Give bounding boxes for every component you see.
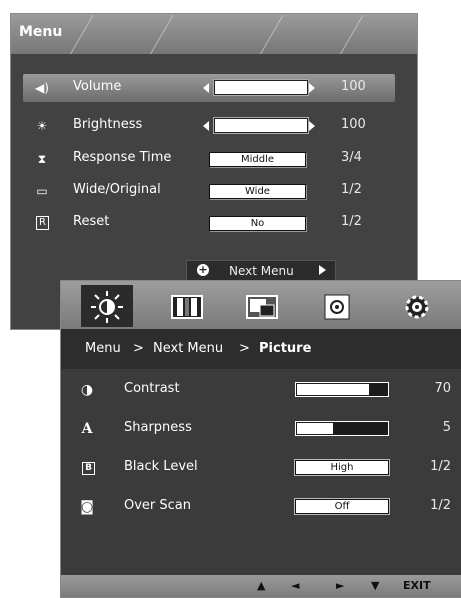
picture-item-value: 70 xyxy=(434,381,451,396)
picture-item-label: Contrast xyxy=(124,381,180,396)
contrast-bar-fill xyxy=(297,384,369,395)
picture-item-value: 5 xyxy=(442,420,451,435)
exit-button[interactable]: EXIT xyxy=(403,579,431,592)
menu-item-brightness[interactable]: ☀ Brightness 100 xyxy=(23,112,395,140)
overscan-icon: ◙ xyxy=(80,499,94,515)
down-arrow-icon[interactable]: ▼ xyxy=(371,579,379,592)
tab-audio[interactable] xyxy=(311,285,363,327)
slider-track xyxy=(214,80,308,95)
slider-track xyxy=(214,118,308,133)
menu-item-value: 3/4 xyxy=(341,150,362,165)
tab-setup[interactable] xyxy=(391,285,443,327)
contrast-icon: ◑ xyxy=(80,382,94,398)
picture-item-black-level[interactable]: B Black Level High 1/2 xyxy=(61,451,461,485)
audio-tab-icon xyxy=(324,294,350,320)
picture-osd-menu: Menu > Next Menu > Picture ◑ Contrast 70… xyxy=(60,280,461,598)
sharpness-bar-fill xyxy=(297,423,333,434)
display-tab-icon xyxy=(246,295,278,319)
menu-item-reset[interactable]: R Reset No 1/2 xyxy=(23,209,395,237)
next-menu-label: Next Menu xyxy=(229,264,294,278)
menu-item-label: Volume xyxy=(73,79,122,94)
menu-item-label: Response Time xyxy=(73,150,172,165)
left-arrow-icon[interactable]: ◄ xyxy=(291,579,299,592)
menu-item-value: 100 xyxy=(341,79,366,94)
tab-color[interactable] xyxy=(161,285,213,327)
increase-arrow-icon[interactable] xyxy=(309,83,315,93)
tab-picture[interactable] xyxy=(81,285,133,327)
breadcrumb-root: Menu xyxy=(85,341,121,356)
menu-titlebar: Menu xyxy=(11,14,417,56)
menu-tabs xyxy=(61,281,461,329)
setup-tab-icon xyxy=(405,295,429,319)
aspect-ratio-icon: ▭ xyxy=(36,184,48,198)
menu-title: Menu xyxy=(19,24,63,40)
breadcrumb: Menu > Next Menu > Picture xyxy=(61,329,461,369)
right-arrow-icon[interactable]: ► xyxy=(336,579,344,592)
decrease-arrow-icon[interactable] xyxy=(203,83,209,93)
next-menu-button[interactable]: + Next Menu xyxy=(186,260,336,282)
menu-item-value: 1/2 xyxy=(341,214,362,229)
menu-item-value: 1/2 xyxy=(341,182,362,197)
arrow-right-icon xyxy=(319,265,326,275)
sharpness-bar[interactable] xyxy=(295,421,389,436)
color-tab-icon xyxy=(171,295,203,319)
menu-item-wide-original[interactable]: ▭ Wide/Original Wide 1/2 xyxy=(23,177,395,205)
reset-icon: R xyxy=(36,216,49,230)
hourglass-icon: ⧗ xyxy=(37,152,47,166)
menu-item-value: 100 xyxy=(341,117,366,132)
over-scan-select[interactable]: Off xyxy=(295,499,389,514)
sharpness-icon: A xyxy=(81,421,93,437)
wide-original-select[interactable]: Wide xyxy=(209,184,306,199)
breadcrumb-middle: Next Menu xyxy=(153,341,224,356)
black-level-icon: B xyxy=(82,462,95,475)
picture-item-sharpness[interactable]: A Sharpness 5 xyxy=(61,412,461,446)
breadcrumb-separator: > xyxy=(133,341,144,356)
picture-tab-icon xyxy=(91,291,123,323)
increase-arrow-icon[interactable] xyxy=(309,121,315,131)
sun-icon: ☀ xyxy=(36,119,48,133)
contrast-bar[interactable] xyxy=(295,382,389,397)
breadcrumb-current: Picture xyxy=(259,341,312,356)
picture-item-label: Black Level xyxy=(124,459,198,474)
decrease-arrow-icon[interactable] xyxy=(203,121,209,131)
menu-item-label: Wide/Original xyxy=(73,182,161,197)
picture-item-label: Over Scan xyxy=(124,498,192,513)
picture-item-contrast[interactable]: ◑ Contrast 70 xyxy=(61,373,461,407)
black-level-select[interactable]: High xyxy=(295,460,389,475)
speaker-icon: ◀) xyxy=(35,81,49,95)
response-time-select[interactable]: Middle xyxy=(209,152,306,167)
picture-item-value: 1/2 xyxy=(430,459,451,474)
menu-footer: ▲ ◄ ► ▼ EXIT xyxy=(61,575,461,597)
breadcrumb-separator: > xyxy=(239,341,250,356)
menu-item-response-time[interactable]: ⧗ Response Time Middle 3/4 xyxy=(23,145,395,173)
tab-display[interactable] xyxy=(236,285,288,327)
reset-select[interactable]: No xyxy=(209,216,306,231)
up-arrow-icon[interactable]: ▲ xyxy=(257,579,265,592)
menu-item-label: Brightness xyxy=(73,117,143,132)
picture-item-label: Sharpness xyxy=(124,420,192,435)
plus-icon: + xyxy=(197,263,209,276)
menu-item-volume[interactable]: ◀) Volume 100 xyxy=(23,74,395,102)
menu-item-label: Reset xyxy=(73,214,110,229)
picture-item-value: 1/2 xyxy=(430,498,451,513)
picture-item-over-scan[interactable]: ◙ Over Scan Off 1/2 xyxy=(61,490,461,524)
